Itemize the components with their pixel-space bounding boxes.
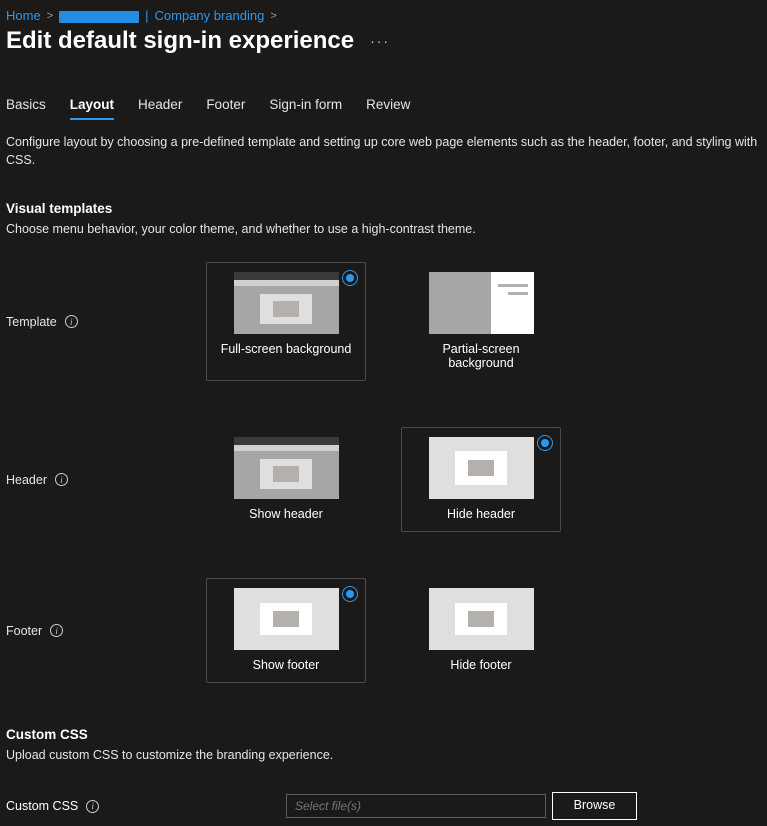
header-hide-thumb (429, 437, 534, 499)
breadcrumb-divider: | (145, 8, 148, 23)
info-icon[interactable]: i (65, 315, 78, 328)
tab-footer[interactable]: Footer (206, 91, 245, 120)
radio-selected-icon (342, 586, 358, 602)
layout-description: Configure layout by choosing a pre-defin… (0, 120, 767, 179)
tabs: Basics Layout Header Footer Sign-in form… (0, 61, 767, 120)
more-actions-button[interactable]: ··· (366, 29, 394, 53)
custom-css-file-input[interactable] (286, 794, 546, 818)
tab-signin-form[interactable]: Sign-in form (269, 91, 342, 120)
tab-layout[interactable]: Layout (70, 91, 114, 120)
radio-selected-icon (537, 435, 553, 451)
custom-css-title: Custom CSS (0, 697, 767, 748)
template-partial-tile[interactable]: Partial-screen background (401, 262, 561, 381)
footer-hide-label: Hide footer (450, 658, 511, 672)
header-hide-tile[interactable]: Hide header (401, 427, 561, 532)
breadcrumb-home[interactable]: Home (6, 8, 41, 23)
header-hide-label: Hide header (447, 507, 515, 521)
template-label: Template (6, 315, 57, 329)
info-icon[interactable]: i (50, 624, 63, 637)
chevron-right-icon: > (47, 10, 53, 22)
page-title: Edit default sign-in experience (6, 27, 354, 55)
visual-templates-subtitle: Choose menu behavior, your color theme, … (0, 222, 767, 248)
radio-selected-icon (342, 270, 358, 286)
info-icon[interactable]: i (55, 473, 68, 486)
tab-review[interactable]: Review (366, 91, 410, 120)
template-fullscreen-tile[interactable]: Full-screen background (206, 262, 366, 381)
custom-css-description: Upload custom CSS to customize the brand… (0, 748, 767, 774)
tab-header[interactable]: Header (138, 91, 182, 120)
template-fullscreen-label: Full-screen background (221, 342, 352, 356)
tab-basics[interactable]: Basics (6, 91, 46, 120)
template-partial-label: Partial-screen background (410, 342, 552, 370)
header-show-thumb (234, 437, 339, 499)
footer-show-tile[interactable]: Show footer (206, 578, 366, 683)
breadcrumb-tenant[interactable] (59, 8, 139, 23)
chevron-right-icon: > (270, 10, 276, 22)
footer-show-thumb (234, 588, 339, 650)
header-label: Header (6, 473, 47, 487)
footer-hide-tile[interactable]: Hide footer (401, 578, 561, 683)
header-show-tile[interactable]: Show header (206, 427, 366, 532)
footer-label: Footer (6, 624, 42, 638)
visual-templates-title: Visual templates (0, 179, 767, 222)
header-show-label: Show header (249, 507, 323, 521)
footer-hide-thumb (429, 588, 534, 650)
footer-show-label: Show footer (253, 658, 320, 672)
info-icon[interactable]: i (86, 800, 99, 813)
breadcrumb: Home > | Company branding > (0, 0, 767, 27)
template-partial-thumb (429, 272, 534, 334)
custom-css-label: Custom CSS (6, 799, 78, 813)
template-fullscreen-thumb (234, 272, 339, 334)
browse-button[interactable]: Browse (552, 792, 637, 820)
breadcrumb-company-branding[interactable]: Company branding (155, 8, 265, 23)
